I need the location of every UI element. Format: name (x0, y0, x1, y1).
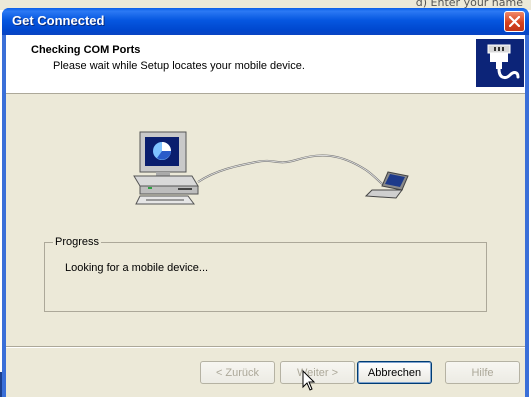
window-title: Get Connected (12, 13, 105, 28)
serial-connector-icon (487, 44, 520, 79)
cancel-button[interactable]: Abbrechen (357, 361, 432, 384)
connection-illustration (133, 131, 409, 205)
progress-groupbox: Progress Looking for a mobile device... (44, 236, 487, 312)
mouse-pointer-icon (302, 370, 316, 391)
page-title: Checking COM Ports (31, 44, 141, 56)
desktop-computer-icon (133, 131, 199, 205)
close-button[interactable] (504, 11, 525, 32)
back-button[interactable]: < Zurück (200, 361, 275, 384)
get-connected-dialog: Get Connected Checking COM Ports Please … (2, 8, 529, 397)
serial-cable (197, 154, 385, 186)
title-bar[interactable]: Get Connected (2, 8, 529, 35)
progress-label: Progress (53, 236, 102, 248)
help-button[interactable]: Hilfe (445, 361, 520, 384)
dialog-body: Checking COM Ports Please wait while Set… (6, 35, 525, 397)
next-button[interactable]: Weiter > (280, 361, 355, 384)
progress-status-text: Looking for a mobile device... (65, 262, 209, 274)
wizard-header: Checking COM Ports Please wait while Set… (6, 35, 525, 94)
header-icon-box (476, 39, 524, 87)
page-subtitle: Please wait while Setup locates your mob… (53, 60, 305, 72)
close-icon (509, 16, 520, 27)
footer-separator (6, 346, 525, 348)
